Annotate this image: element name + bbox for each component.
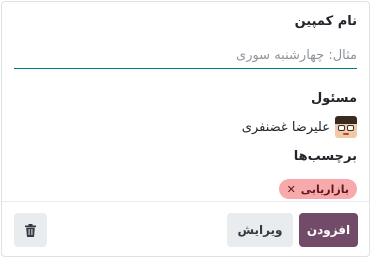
campaign-name-label: نام کمپین [294, 14, 357, 29]
responsible-user[interactable]: علیرضا غضنفری [242, 115, 357, 139]
user-avatar-icon [335, 116, 357, 138]
footer-divider [2, 201, 369, 202]
edit-button[interactable]: ویرایش [227, 213, 293, 247]
trash-icon [25, 223, 36, 237]
add-button[interactable]: افزودن [299, 213, 358, 247]
campaign-name-field[interactable] [14, 42, 357, 69]
campaign-name-input[interactable] [14, 42, 357, 68]
close-icon[interactable]: ✕ [287, 184, 296, 195]
tag-label: بازاریابی [300, 182, 349, 196]
tag-chip: بازاریابی ✕ [278, 179, 357, 199]
delete-button[interactable] [14, 213, 47, 247]
tags-label: برچسب‌ها [293, 149, 357, 164]
quick-create-card: نام کمپین مسئول علیرضا غضنفری برچسب‌ها ب… [1, 1, 370, 257]
responsible-label: مسئول [310, 91, 357, 106]
responsible-user-name: علیرضا غضنفری [241, 119, 330, 135]
